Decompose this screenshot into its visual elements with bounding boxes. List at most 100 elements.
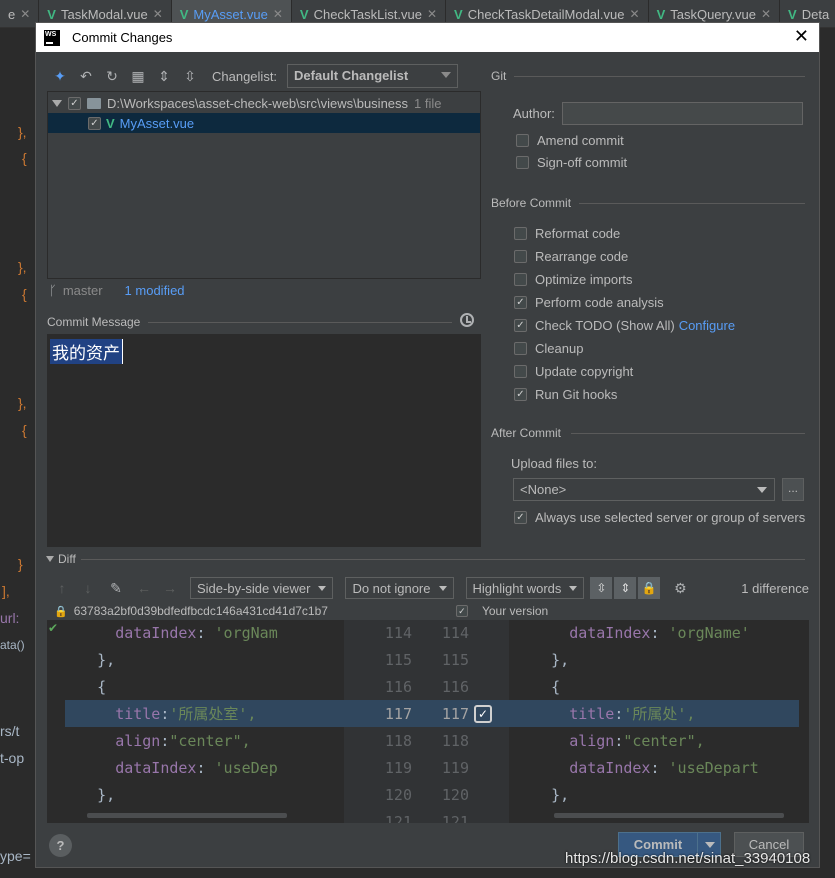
collapse-unchanged-icon[interactable]: ⇳ (590, 577, 613, 599)
optimize-checkbox[interactable] (514, 273, 527, 286)
tab-label: TaskQuery.vue (670, 6, 756, 22)
hooks-checkbox[interactable]: ✓ (514, 388, 527, 401)
chevron-down-icon[interactable] (705, 841, 715, 848)
close-icon[interactable]: ✕ (761, 7, 771, 21)
check-todo-option[interactable]: ✓ Check TODO (Show All) Configure (514, 318, 735, 333)
group-by-icon[interactable]: ▦ (130, 68, 146, 84)
diff-section-header[interactable]: Diff (46, 552, 76, 566)
line-number: 117 (441, 705, 469, 723)
line-number: 118 (384, 732, 412, 750)
always-use-server-option[interactable]: ✓ Always use selected server or group of … (514, 510, 805, 525)
back-arrow-icon[interactable]: ← (136, 580, 152, 596)
copyright-checkbox[interactable] (514, 365, 527, 378)
expand-arrow-icon[interactable] (52, 99, 62, 107)
rollback-icon[interactable]: ↶ (78, 68, 94, 84)
signoff-checkbox[interactable] (516, 156, 529, 169)
rearrange-checkbox[interactable] (514, 250, 527, 263)
browse-servers-button[interactable]: ... (782, 478, 804, 501)
tab-e[interactable]: e ✕ (0, 0, 40, 28)
file-checkbox[interactable]: ✓ (88, 116, 101, 130)
sync-scroll-icon[interactable]: ⇕ (614, 577, 637, 599)
folder-path: D:\Workspaces\asset-check-web\src\views\… (107, 95, 409, 111)
collapse-all-icon[interactable]: ⇳ (182, 68, 198, 84)
expand-all-icon[interactable]: ⇕ (156, 68, 172, 84)
forward-arrow-icon[interactable]: → (162, 580, 178, 596)
modified-link[interactable]: 1 modified (125, 283, 185, 298)
ignore-whitespace-dropdown[interactable]: Do not ignore (345, 577, 454, 599)
run-git-hooks-option[interactable]: ✓ Run Git hooks (514, 387, 617, 402)
cleanup-option[interactable]: Cleanup (514, 341, 583, 356)
update-copyright-option[interactable]: Update copyright (514, 364, 633, 379)
horizontal-scrollbar[interactable] (554, 813, 784, 818)
line-number: 117 (384, 705, 412, 723)
close-icon[interactable]: ✕ (273, 7, 283, 21)
edit-source-icon[interactable]: ✎ (108, 580, 124, 596)
include-change-checkbox[interactable]: ✓ (474, 705, 492, 723)
todo-checkbox[interactable]: ✓ (514, 319, 527, 332)
highlight-dropdown[interactable]: Highlight words (465, 577, 585, 599)
commit-message-input[interactable]: 我的资产 (47, 334, 481, 547)
diff-toolbar: ↑ ↓ ✎ ← → Side-by-side viewer Do not ign… (54, 577, 809, 599)
next-difference-icon[interactable]: ↓ (80, 580, 96, 596)
close-icon[interactable]: ✕ (153, 7, 163, 21)
reformat-label: Reformat code (535, 226, 621, 241)
reformat-code-option[interactable]: Reformat code (514, 226, 620, 241)
code-key: dataIndex (115, 759, 197, 777)
close-icon[interactable]: ✕ (794, 26, 809, 47)
always-use-checkbox[interactable]: ✓ (514, 511, 527, 524)
refresh-icon[interactable]: ↻ (104, 68, 120, 84)
chevron-down-icon (569, 585, 578, 591)
cleanup-checkbox[interactable] (514, 342, 527, 355)
code-value: '所属处', (623, 705, 696, 723)
upload-server-dropdown[interactable]: <None> (513, 478, 775, 501)
close-icon[interactable]: ✕ (427, 7, 437, 21)
amend-checkbox[interactable] (516, 134, 529, 147)
help-button[interactable]: ? (49, 834, 72, 857)
line-number: 116 (384, 678, 412, 696)
gear-icon[interactable]: ⚙ (672, 580, 688, 596)
horizontal-scrollbar[interactable] (87, 813, 287, 818)
optimize-imports-option[interactable]: Optimize imports (514, 272, 633, 287)
code-line: { (61, 674, 106, 701)
diff-right-pane[interactable]: dataIndex: 'orgName' }, { title:'所属处', a… (509, 620, 809, 823)
signoff-commit-option[interactable]: Sign-off commit (516, 155, 627, 170)
code-value: 'orgName' (668, 624, 750, 642)
author-field[interactable] (562, 102, 803, 125)
code-analysis-option[interactable]: ✓ Perform code analysis (514, 295, 664, 310)
divider (571, 433, 805, 434)
close-icon[interactable]: ✕ (20, 7, 30, 21)
bg-code-line: { (22, 150, 27, 166)
divider (81, 559, 805, 560)
code-brace: { (97, 678, 107, 696)
collapse-arrow-icon[interactable] (46, 556, 54, 562)
close-icon[interactable]: ✕ (630, 7, 640, 21)
amend-commit-option[interactable]: Amend commit (516, 133, 624, 148)
lock-icon[interactable]: 🔒 (638, 577, 661, 599)
tree-folder-row[interactable]: ✓ D:\Workspaces\asset-check-web\src\view… (48, 93, 480, 113)
folder-icon (87, 97, 101, 109)
hooks-label: Run Git hooks (535, 387, 618, 402)
rearrange-code-option[interactable]: Rearrange code (514, 249, 628, 264)
show-diff-icon[interactable]: ✦ (52, 68, 68, 84)
history-clock-icon[interactable] (460, 313, 474, 327)
code-line: dataIndex: 'useDep (61, 755, 278, 782)
signoff-label: Sign-off commit (537, 155, 628, 170)
tree-file-row[interactable]: ✓ V MyAsset.vue (48, 113, 480, 133)
diff-left-pane[interactable]: dataIndex: 'orgNam }, { title:'所属处室', al… (47, 620, 344, 823)
reformat-checkbox[interactable] (514, 227, 527, 240)
tab-label: e (8, 6, 16, 22)
code-key: dataIndex (569, 759, 651, 777)
changelist-dropdown[interactable]: Default Changelist (287, 64, 459, 88)
include-checkbox[interactable]: ✓ (455, 605, 468, 617)
code-line: dataIndex: 'orgNam (61, 620, 278, 647)
folder-checkbox[interactable]: ✓ (68, 96, 81, 110)
configure-link[interactable]: Configure (679, 318, 735, 333)
code-brace: }, (551, 786, 570, 804)
viewer-mode-dropdown[interactable]: Side-by-side viewer (190, 577, 334, 599)
line-number: 121 (441, 813, 469, 823)
analysis-checkbox[interactable]: ✓ (514, 296, 527, 309)
prev-difference-icon[interactable]: ↑ (54, 580, 70, 596)
tab-label: TaskModal.vue (60, 6, 148, 22)
